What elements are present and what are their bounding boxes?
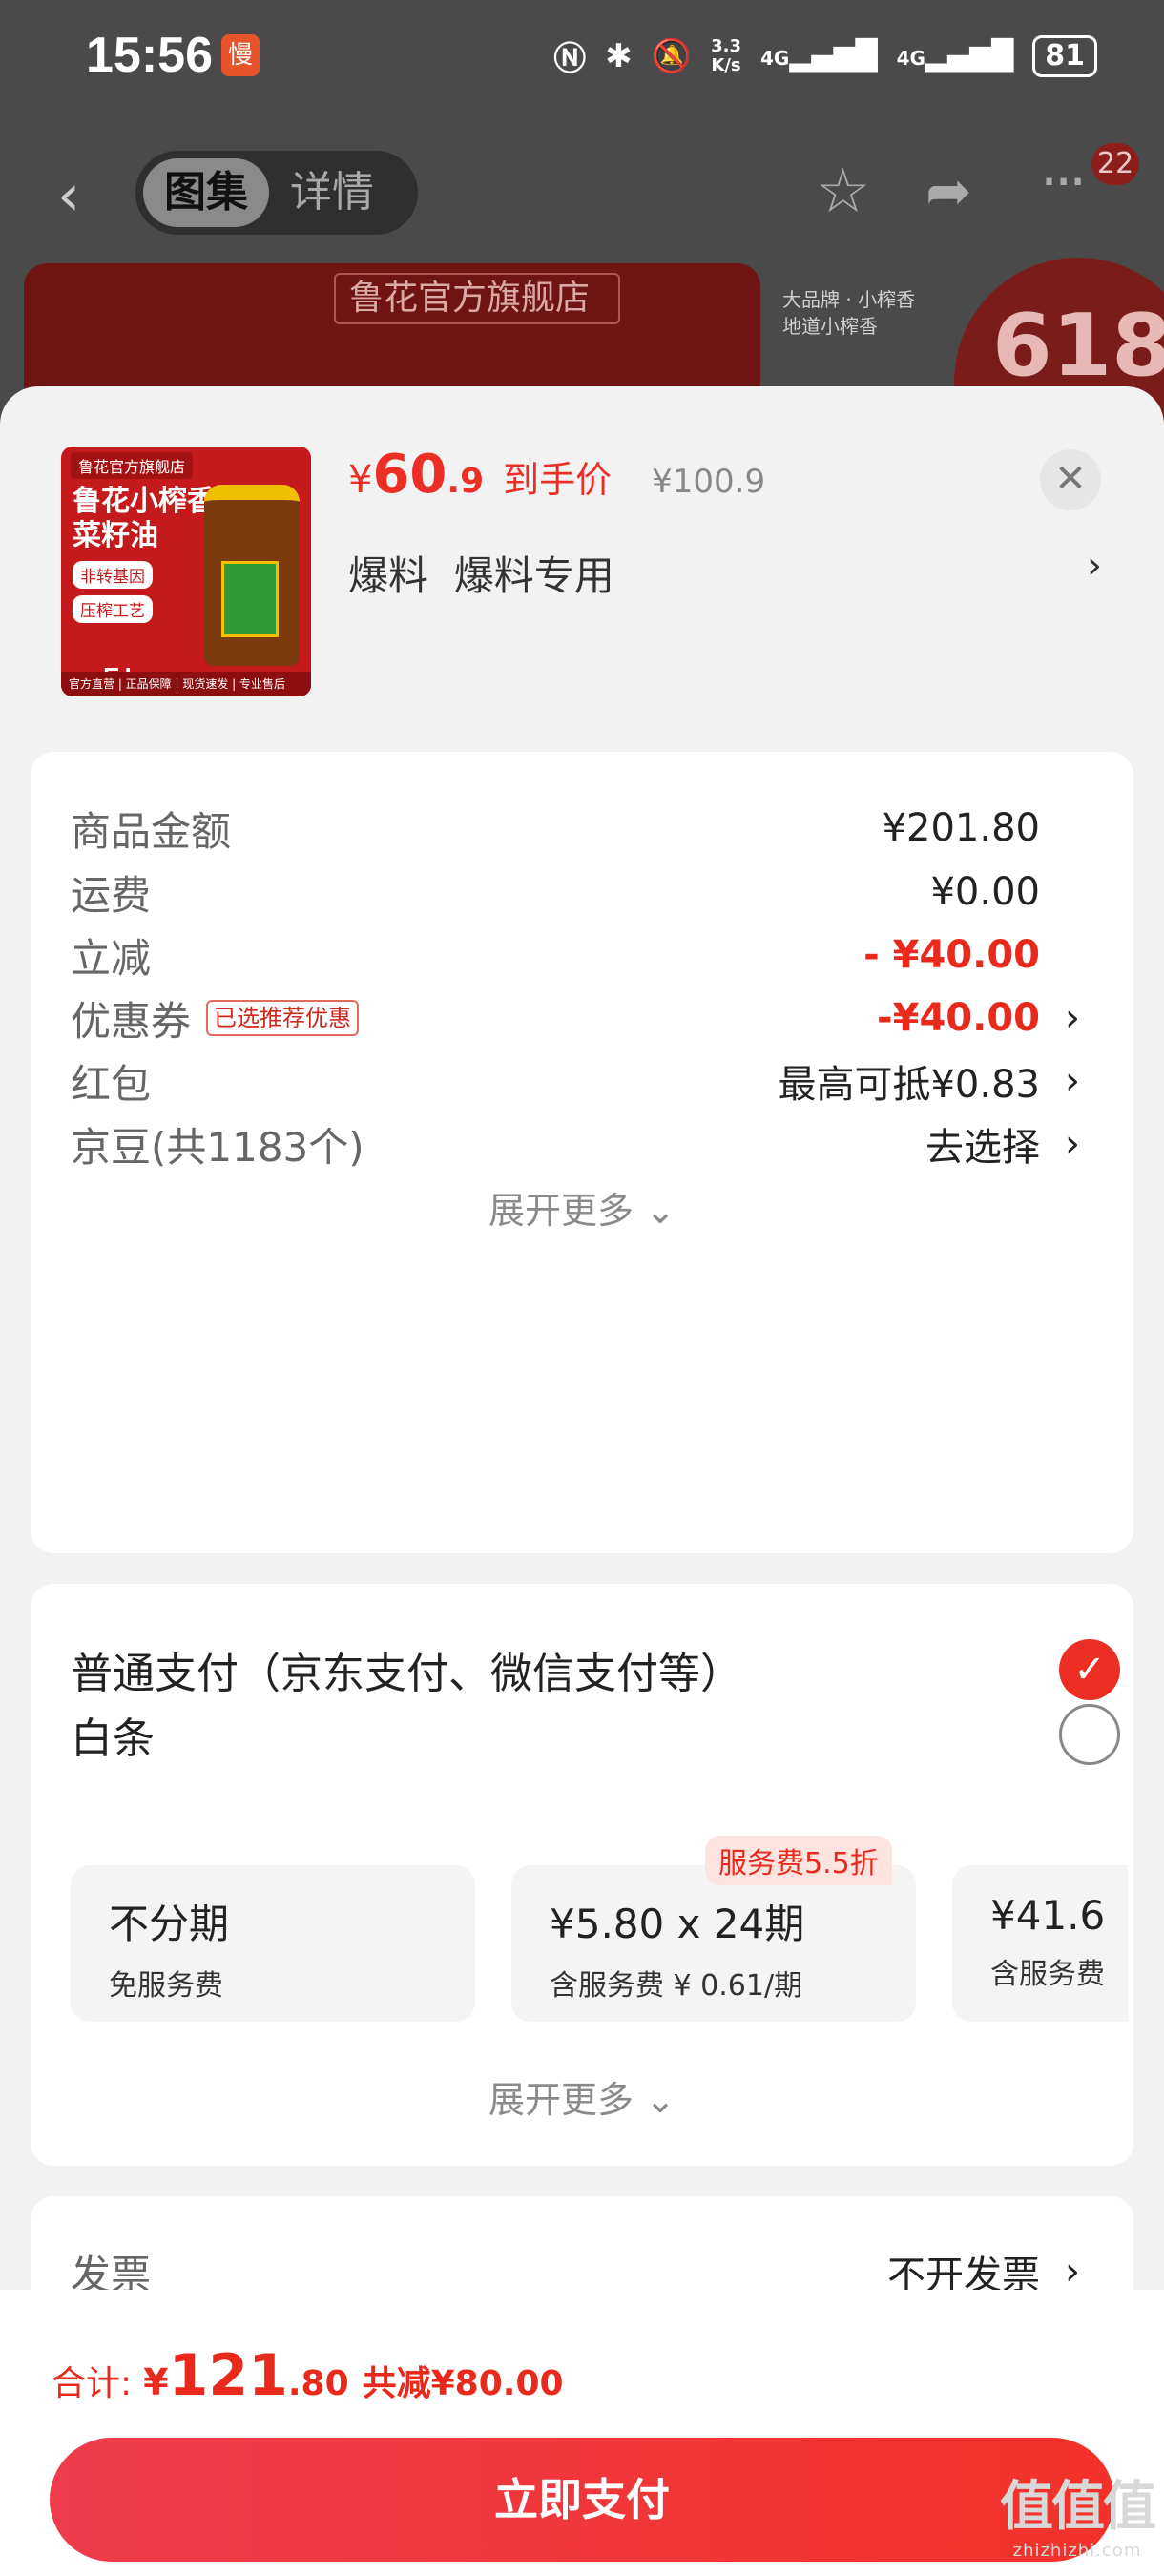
- row-coupon[interactable]: 优惠券 已选推荐优惠 -¥40.00 ›: [71, 985, 1120, 1051]
- system-icons: Ⓝ ✱ 🔕 3.3 K/s 4G▂▄▆█ 4G▂▄▆█ 81: [553, 32, 1097, 79]
- jd-beans-value: 去选择: [925, 1126, 1040, 1170]
- plan-no-installment[interactable]: 不分期 免服务费: [71, 1865, 475, 2022]
- red-packet-value: 最高可抵¥0.83: [778, 1063, 1040, 1107]
- installment-plans: 不分期 免服务费 ¥5.80 x 24期 含服务费 ¥ 0.61/期 ¥41.6…: [71, 1865, 1128, 2027]
- expand-more-payment[interactable]: 展开更多 ⌄: [31, 2070, 1133, 2123]
- chevron-right-icon: ›: [1065, 1059, 1080, 1103]
- checkout-sheet: 鲁花官方旗舰店 鲁花小榨香 菜籽油 非转基因 压榨工艺 5L 官方直营 | 正品…: [0, 386, 1164, 2576]
- original-price: ¥100.9: [652, 463, 766, 501]
- product-thumbnail: 鲁花官方旗舰店 鲁花小榨香 菜籽油 非转基因 压榨工艺 5L 官方直营 | 正品…: [61, 447, 311, 696]
- pay-now-button[interactable]: 立即支付: [50, 2438, 1114, 2562]
- price-summary-card: 商品金额 ¥201.80 运费 ¥0.00 立减 - ¥40.00 优惠券 已选…: [31, 752, 1133, 1553]
- bluetooth-icon: ✱: [605, 36, 633, 75]
- plan-other[interactable]: ¥41.6 含服务费: [952, 1865, 1128, 2022]
- nfc-icon: Ⓝ: [553, 40, 587, 78]
- thumb-tag-2: 压榨工艺: [73, 595, 153, 623]
- battery-icon: 81: [1032, 34, 1097, 77]
- promo-text: 大品牌 · 小榨香 地道小榨香: [782, 286, 915, 340]
- chevron-down-icon: ⌄: [645, 1190, 676, 1232]
- row-instant-discount: 立减 - ¥40.00: [71, 933, 1040, 982]
- spec-text: 爆料 爆料专用: [348, 552, 614, 599]
- chevron-down-icon: ⌄: [645, 2079, 676, 2121]
- checked-icon[interactable]: ✓: [1059, 1639, 1120, 1700]
- tab-gallery[interactable]: 图集: [143, 158, 269, 227]
- favorite-star-icon[interactable]: ☆: [816, 156, 870, 227]
- chevron-right-icon: ›: [1065, 1122, 1080, 1166]
- share-icon[interactable]: ➦: [925, 158, 972, 223]
- unchecked-radio-icon[interactable]: [1059, 1704, 1120, 1765]
- final-price-label: 到手价: [503, 459, 613, 501]
- chevron-right-icon: ›: [1065, 996, 1080, 1040]
- close-button[interactable]: ✕: [1040, 449, 1101, 510]
- status-bar: 15:56 慢 Ⓝ ✱ 🔕 3.3 K/s 4G▂▄▆█ 4G▂▄▆█ 81: [0, 0, 1164, 114]
- plan-24-periods[interactable]: ¥5.80 x 24期 含服务费 ¥ 0.61/期: [511, 1865, 916, 2022]
- mute-bell-icon: 🔕: [651, 36, 693, 75]
- app-notification-icon: 慢: [221, 34, 260, 76]
- total-amount: 合计: ¥ 121 .80 共减¥80.00: [52, 2342, 564, 2409]
- chevron-right-icon: ›: [1087, 544, 1102, 588]
- row-shipping: 运费 ¥0.00: [71, 870, 1040, 919]
- total-reduced: 共减¥80.00: [362, 2364, 564, 2403]
- status-time: 15:56: [86, 28, 213, 83]
- instant-discount-value: - ¥40.00: [863, 933, 1040, 977]
- more-menu-icon[interactable]: ···: [1040, 149, 1087, 216]
- promo-line-1: 大品牌 · 小榨香: [782, 288, 916, 311]
- tab-details[interactable]: 详情: [269, 158, 395, 227]
- row-jd-beans[interactable]: 京豆(共1183个) 去选择 ›: [71, 1111, 1120, 1177]
- expand-more-summary[interactable]: 展开更多 ⌄: [31, 1181, 1133, 1234]
- promo-line-2: 地道小榨香: [782, 315, 878, 338]
- message-count-badge: 22: [1091, 143, 1140, 185]
- thumb-tag-1: 非转基因: [73, 561, 153, 589]
- service-fee-discount-badge: 服务费5.5折: [705, 1836, 892, 1885]
- chevron-right-icon: ›: [1065, 2250, 1080, 2294]
- signal-sim2-icon: 4G▂▄▆█: [896, 39, 1014, 73]
- coupon-recommended-tag: 已选推荐优惠: [206, 1000, 360, 1036]
- thumb-footer: 官方直营 | 正品保障 | 现货速发 | 专业售后: [61, 672, 311, 696]
- payment-option-baitiao[interactable]: 白条: [71, 1696, 1120, 1773]
- top-nav: ‹ 图集 详情 ☆ ➦ ··· 22: [0, 143, 1164, 239]
- view-tab-switch: 图集 详情: [135, 151, 418, 235]
- product-header: 鲁花官方旗舰店 鲁花小榨香 菜籽油 非转基因 压榨工艺 5L 官方直营 | 正品…: [0, 386, 1164, 749]
- row-red-packet[interactable]: 红包 最高可抵¥0.83 ›: [71, 1048, 1120, 1114]
- thumb-store-label: 鲁花官方旗舰店: [71, 452, 194, 479]
- signal-sim1-icon: 4G▂▄▆█: [759, 39, 878, 73]
- bottle-label-image: [221, 561, 279, 637]
- site-watermark: 值值值 zhizhizhi.com: [1000, 2476, 1156, 2561]
- checkout-footer: 合计: ¥ 121 .80 共减¥80.00 立即支付: [0, 2290, 1164, 2576]
- coupon-value: -¥40.00: [877, 996, 1040, 1040]
- spec-selector[interactable]: 爆料 爆料专用 ›: [348, 544, 1102, 602]
- thumb-product-name: 鲁花小榨香 菜籽油: [73, 485, 216, 552]
- final-price: ¥ 60 .9 到手价 ¥100.9: [348, 444, 766, 506]
- row-goods-amount: 商品金额 ¥201.80: [71, 806, 1040, 855]
- payment-method-card: 普通支付（京东支付、微信支付等） ✓ 白条 不分期 免服务费 ¥5.80 x 2…: [31, 1584, 1133, 2166]
- network-speed: 3.3 K/s: [711, 35, 741, 75]
- goods-amount-value: ¥201.80: [882, 806, 1040, 850]
- back-arrow-icon[interactable]: ‹: [57, 162, 80, 229]
- shipping-value: ¥0.00: [930, 870, 1040, 914]
- store-banner-title: 鲁花官方旗舰店: [334, 273, 620, 324]
